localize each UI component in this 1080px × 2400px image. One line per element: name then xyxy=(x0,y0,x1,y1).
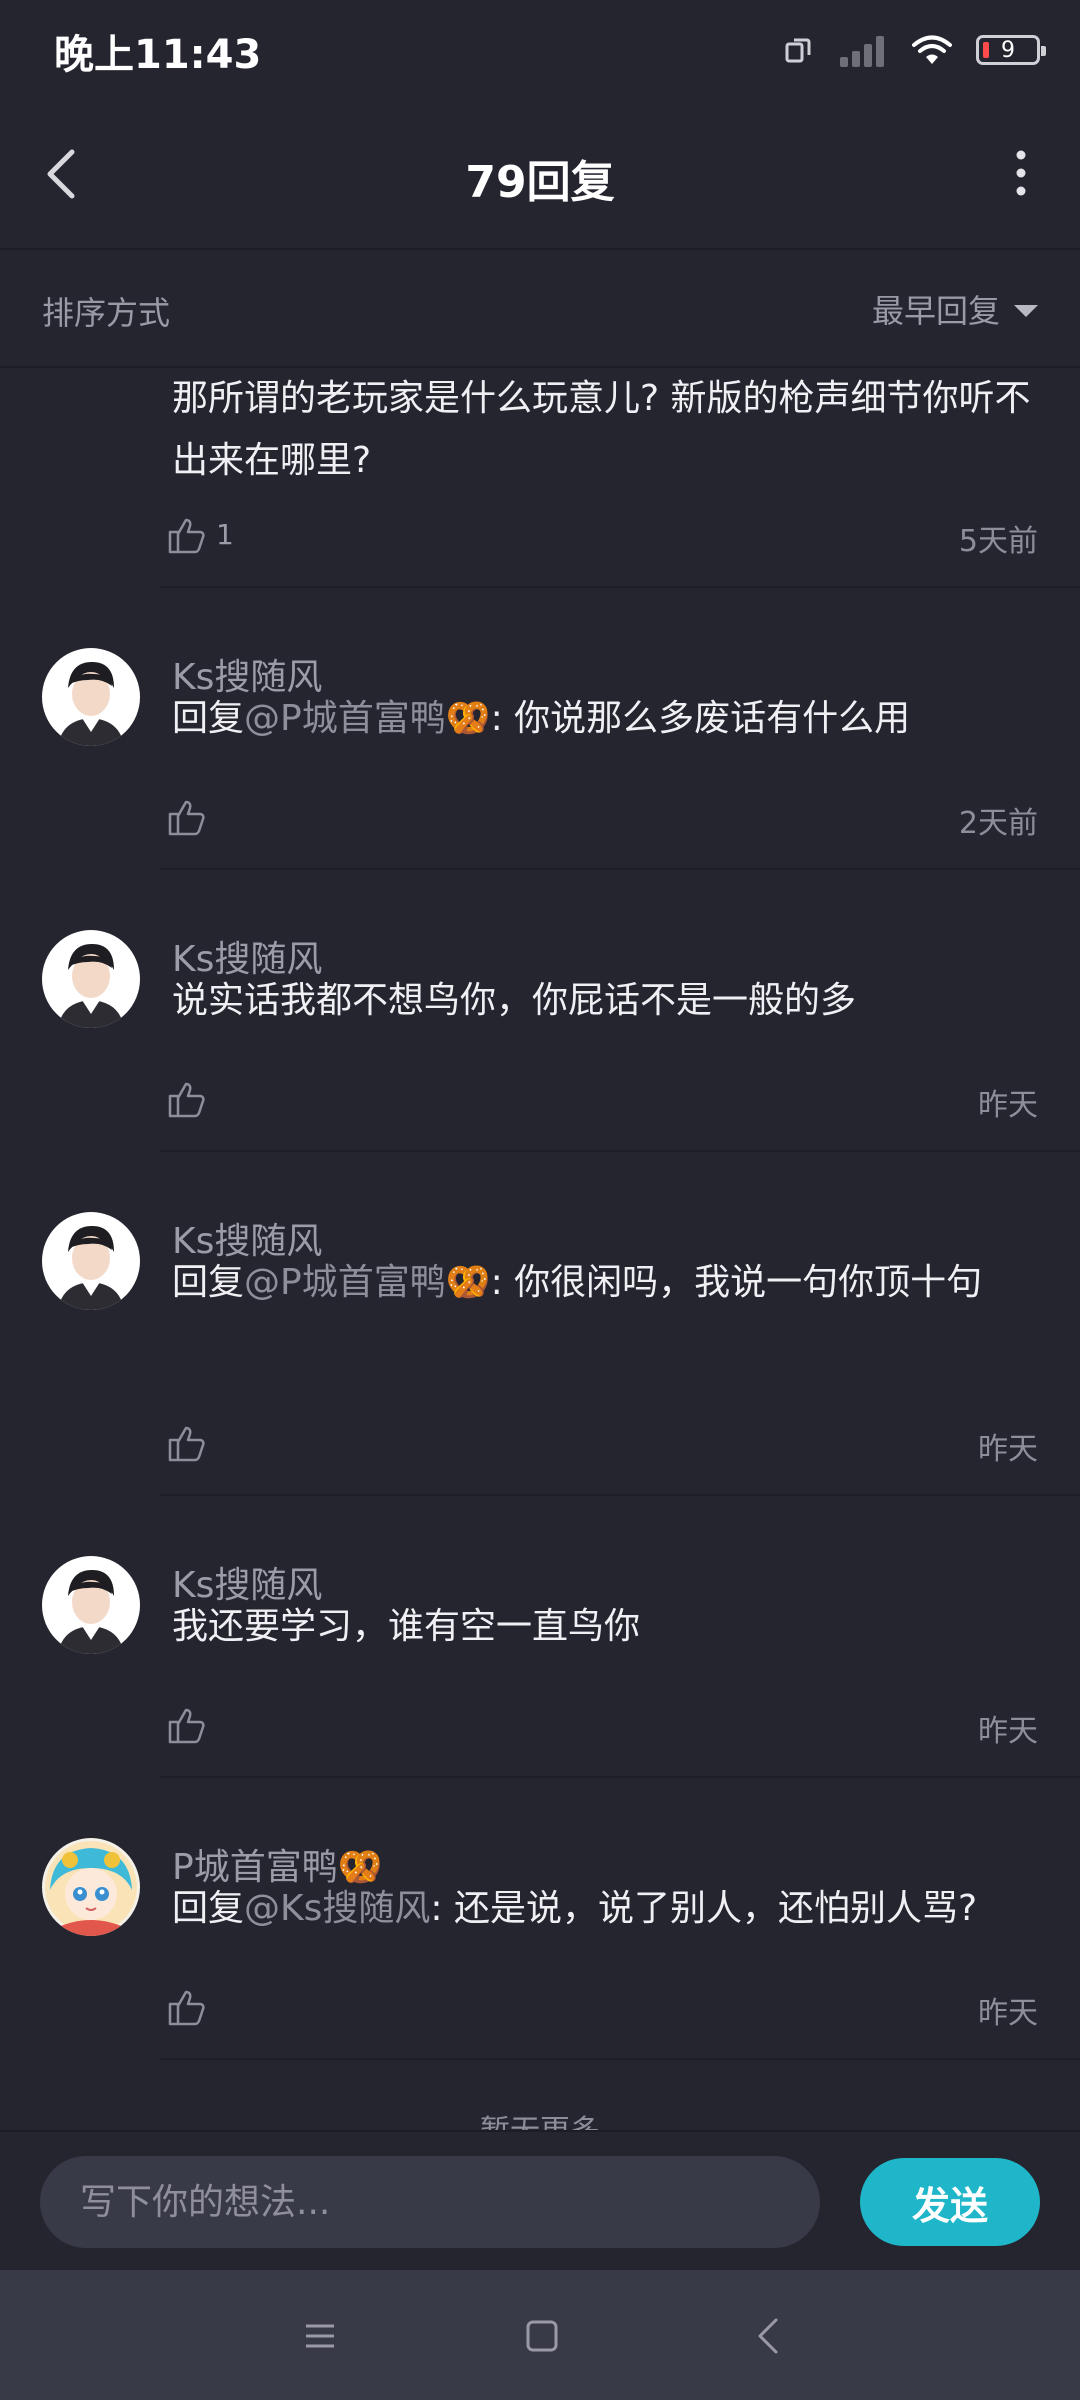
sort-bar: 排序方式 最早回复 xyxy=(0,250,1080,368)
divider xyxy=(160,586,1080,588)
comment-text: 回复@P城首富鸭🥨: 你很闲吗，我说一句你顶十句 xyxy=(172,1252,1032,1314)
more-icon[interactable] xyxy=(1006,148,1036,198)
send-button[interactable]: 发送 xyxy=(860,2158,1040,2246)
status-icons: 9 xyxy=(784,30,1046,70)
mention[interactable]: @P城首富鸭🥨 xyxy=(244,1262,491,1303)
no-more-label: 暂无更多 xyxy=(0,2106,1080,2130)
avatar[interactable] xyxy=(42,1838,140,1936)
like-icon[interactable] xyxy=(166,1078,208,1120)
sort-dropdown[interactable]: 最早回复 xyxy=(872,286,1038,332)
reply-prefix: 回复 xyxy=(172,1262,245,1303)
comment-input-bar: 发送 xyxy=(0,2130,1080,2272)
comment-text: 我还要学习，谁有空一直鸟你 xyxy=(172,1606,641,1647)
battery-icon: 9 xyxy=(976,35,1046,65)
nav-back-icon[interactable] xyxy=(740,2306,800,2366)
like-count: 1 xyxy=(216,518,234,551)
comment-time: 5天前 xyxy=(958,524,1038,559)
comment-time: 昨天 xyxy=(978,1714,1038,1749)
avatar[interactable] xyxy=(42,1556,140,1654)
comment-time: 昨天 xyxy=(978,1432,1038,1467)
divider xyxy=(160,868,1080,870)
comment-body: : 还是说，说了别人，还怕别人骂? xyxy=(430,1888,978,1929)
system-nav-bar xyxy=(0,2270,1080,2400)
home-icon[interactable] xyxy=(512,2306,572,2366)
avatar[interactable] xyxy=(42,1212,140,1310)
reply-prefix: 回复 xyxy=(172,698,245,739)
comment-text: 说实话我都不想鸟你，你屁话不是一般的多 xyxy=(172,980,857,1021)
divider xyxy=(160,1150,1080,1152)
divider xyxy=(160,1494,1080,1496)
wifi-icon xyxy=(912,35,952,64)
mention[interactable]: @P城首富鸭🥨 xyxy=(244,698,491,739)
comment-time: 昨天 xyxy=(978,1996,1038,2031)
dropdown-arrow-icon xyxy=(1014,305,1038,317)
comment-text: 回复@Ks搜随风: 还是说，说了别人，还怕别人骂? xyxy=(172,1878,1032,1940)
comment-text: 那所谓的老玩家是什么玩意儿? 新版的枪声细节你听不出来在哪里? xyxy=(172,378,1031,481)
mention[interactable]: @Ks搜随风 xyxy=(244,1888,430,1929)
sort-current: 最早回复 xyxy=(871,292,1000,330)
page-title: 79回复 xyxy=(465,157,615,208)
reply-list[interactable]: 那所谓的老玩家是什么玩意儿? 新版的枪声细节你听不出来在哪里? 1 5天前 Ks… xyxy=(0,368,1080,2130)
like-icon[interactable] xyxy=(166,514,208,556)
comment-time: 2天前 xyxy=(958,806,1038,841)
divider xyxy=(160,2058,1080,2060)
avatar[interactable] xyxy=(42,930,140,1028)
sort-label: 排序方式 xyxy=(42,294,171,332)
status-bar: 晚上11:43 9 xyxy=(0,0,1080,100)
comment-text: 回复@P城首富鸭🥨: 你说那么多废话有什么用 xyxy=(172,688,1032,750)
comment-time: 昨天 xyxy=(978,1088,1038,1123)
comment-input[interactable] xyxy=(40,2156,820,2248)
comment-body: : 你很闲吗，我说一句你顶十句 xyxy=(490,1262,983,1303)
like-icon[interactable] xyxy=(166,1422,208,1464)
avatar[interactable] xyxy=(42,648,140,746)
header: 79回复 xyxy=(0,100,1080,250)
menu-icon[interactable] xyxy=(290,2306,350,2366)
like-icon[interactable] xyxy=(166,796,208,838)
like-icon[interactable] xyxy=(166,1704,208,1746)
divider xyxy=(160,1776,1080,1778)
like-icon[interactable] xyxy=(166,1986,208,2028)
reply-prefix: 回复 xyxy=(172,1888,245,1929)
comment-body: : 你说那么多废话有什么用 xyxy=(490,698,911,739)
signal-icon xyxy=(840,36,884,67)
screen-mirror-icon xyxy=(785,38,811,63)
